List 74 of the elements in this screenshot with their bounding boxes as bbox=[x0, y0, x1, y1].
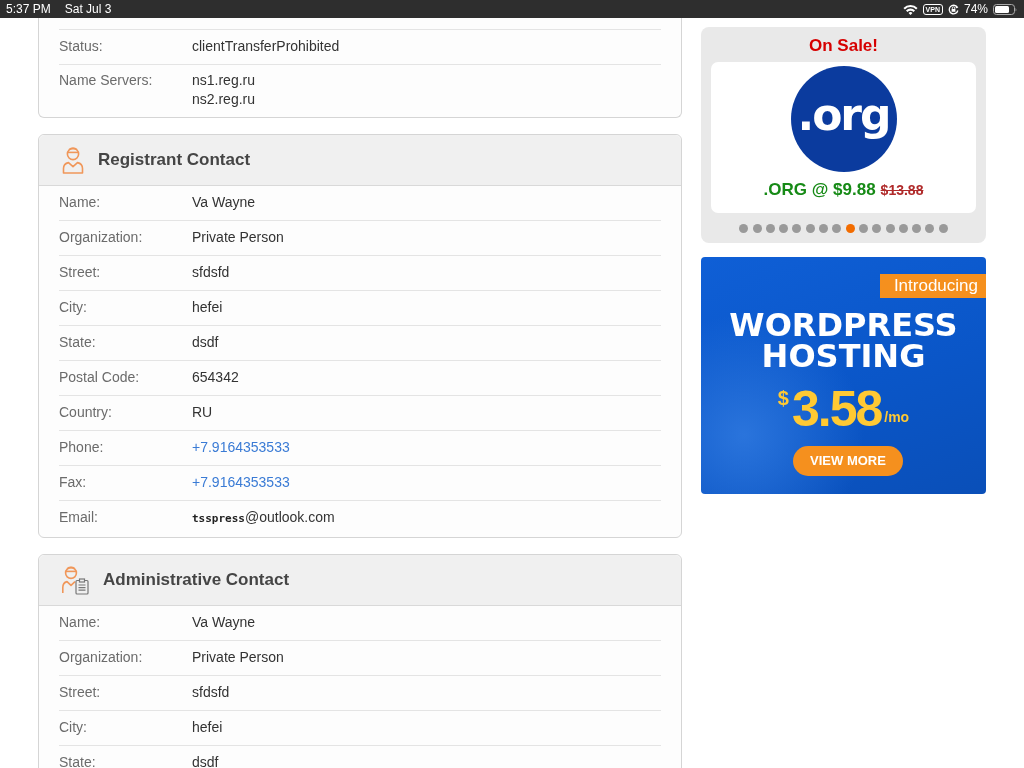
price-currency: $ bbox=[777, 388, 789, 408]
status-date: Sat Jul 3 bbox=[64, 1, 112, 18]
ribbon-label: Introducing bbox=[879, 274, 986, 298]
field-value: clientTransferProhibited bbox=[192, 39, 340, 53]
field-label: Country: bbox=[59, 405, 113, 419]
field-value: dsdf bbox=[192, 335, 219, 349]
carousel-dot[interactable] bbox=[845, 224, 855, 233]
sale-heading: On Sale! bbox=[808, 35, 879, 57]
person-icon bbox=[62, 146, 84, 174]
carousel-dot[interactable] bbox=[752, 224, 762, 233]
status-time: 5:37 PM bbox=[6, 1, 51, 18]
field-value: ns2.reg.ru bbox=[192, 90, 256, 109]
field-value: hefei bbox=[192, 300, 223, 314]
battery-percent: 74% bbox=[963, 1, 988, 18]
field-value: sfdsfd bbox=[192, 265, 230, 279]
field-value: ns1.reg.ru bbox=[192, 71, 256, 90]
field-label: Name: bbox=[59, 615, 102, 629]
field-label: City: bbox=[59, 720, 88, 734]
carousel-dot[interactable] bbox=[819, 224, 829, 233]
field-label: Name: bbox=[59, 195, 102, 209]
field-label: City: bbox=[59, 300, 88, 314]
field-value: Va Wayne bbox=[192, 195, 256, 209]
banner-title: HOSTING bbox=[761, 341, 926, 372]
carousel-dot[interactable] bbox=[925, 224, 935, 233]
field-label: Street: bbox=[59, 685, 102, 699]
field-label: Street: bbox=[59, 265, 102, 279]
field-label: State: bbox=[59, 755, 97, 768]
field-label: State: bbox=[59, 335, 97, 349]
field-label: Postal Code: bbox=[59, 370, 141, 384]
carousel-dot[interactable] bbox=[898, 224, 908, 233]
carousel-dot[interactable] bbox=[779, 224, 789, 233]
field-value: hefei bbox=[192, 720, 223, 734]
field-value: dsdf bbox=[192, 755, 219, 768]
field-value: RU bbox=[192, 405, 213, 419]
battery-icon bbox=[993, 3, 1017, 15]
field-value: Va Wayne bbox=[192, 615, 256, 629]
wifi-icon bbox=[902, 3, 918, 15]
price-unit: /mo bbox=[884, 408, 910, 427]
person-clipboard-icon bbox=[62, 565, 89, 595]
carousel-dot[interactable] bbox=[805, 224, 815, 233]
phone-link[interactable]: +7.9164353533 bbox=[192, 475, 290, 489]
field-value: tsspress@outlook.com bbox=[192, 510, 335, 526]
field-label: Phone: bbox=[59, 440, 105, 454]
field-label: Organization: bbox=[59, 650, 144, 664]
banner-title: WORDPRESS bbox=[729, 310, 958, 341]
carousel-dot[interactable] bbox=[832, 224, 842, 233]
old-price: $13.88 bbox=[880, 181, 924, 200]
carousel-dot[interactable] bbox=[739, 224, 749, 233]
field-label: Organization: bbox=[59, 230, 144, 244]
offer-text: .ORG @ $9.88 bbox=[763, 179, 876, 201]
field-label: Name Servers: bbox=[59, 71, 154, 90]
field-label: Fax: bbox=[59, 475, 88, 489]
org-logo: .org bbox=[790, 66, 897, 172]
hosting-banner[interactable]: Introducing WORDPRESS HOSTING $3.58/mo VIEW MORE bbox=[701, 257, 986, 494]
carousel-dot[interactable] bbox=[885, 224, 895, 233]
field-label: Status: bbox=[59, 39, 104, 53]
price-amount: 3.58 bbox=[791, 384, 882, 434]
rotation-lock-icon bbox=[947, 3, 959, 15]
phone-link[interactable]: +7.9164353533 bbox=[192, 440, 290, 454]
carousel-dot[interactable] bbox=[872, 224, 882, 233]
carousel-dot[interactable] bbox=[765, 224, 775, 233]
field-value: Private Person bbox=[192, 650, 284, 664]
card-title: Administrative Contact bbox=[103, 569, 290, 592]
field-value: Private Person bbox=[192, 230, 284, 244]
carousel-dot[interactable] bbox=[792, 224, 802, 233]
carousel-dot[interactable] bbox=[912, 224, 922, 233]
field-value: sfdsfd bbox=[192, 685, 230, 699]
offer-card[interactable]: .org .ORG @ $9.88 $13.88 bbox=[711, 62, 976, 213]
carousel-dot[interactable] bbox=[858, 224, 868, 233]
field-value: 654342 bbox=[192, 370, 239, 384]
field-label: Email: bbox=[59, 510, 99, 526]
card-title: Registrant Contact bbox=[98, 149, 251, 172]
carousel-dot[interactable] bbox=[938, 224, 948, 233]
view-more-button[interactable]: VIEW MORE bbox=[793, 446, 903, 476]
